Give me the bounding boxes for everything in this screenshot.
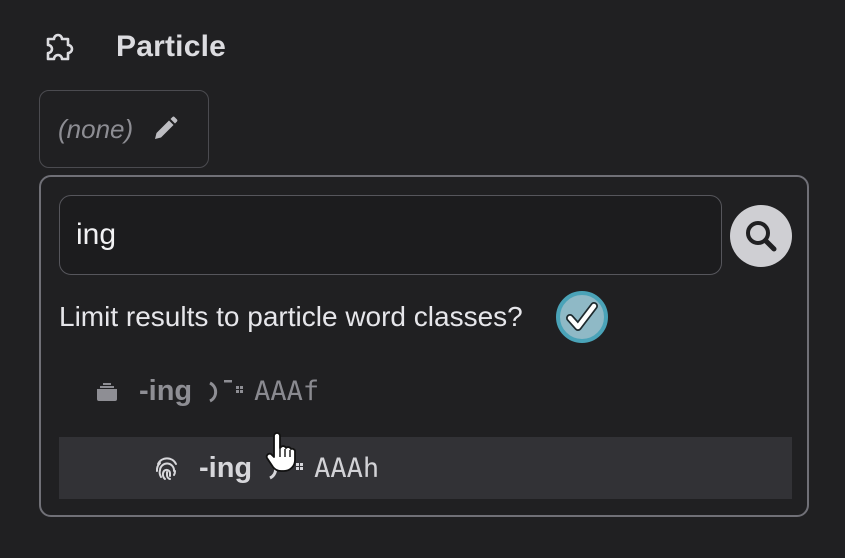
field-header: Particle — [40, 26, 226, 68]
search-button[interactable] — [730, 205, 792, 267]
particle-editor: Particle (none) ing Limit results to par… — [0, 0, 845, 558]
search-icon — [746, 221, 777, 252]
result-code: AAAh — [314, 452, 380, 484]
result-item-highlighted[interactable]: -ing AAAh — [59, 437, 792, 499]
stack-icon — [97, 383, 117, 401]
particle-search-popover: ing Limit results to particle word class… — [39, 175, 809, 517]
pencil-icon — [155, 116, 178, 139]
puzzle-piece-icon — [46, 33, 74, 61]
particle-glyph-icon — [269, 457, 304, 480]
search-input[interactable]: ing — [59, 195, 722, 275]
empty-value-text: (none) — [58, 113, 134, 144]
limit-word-class-label: Limit results to particle word classes? — [59, 301, 523, 332]
limit-word-class-row: Limit results to particle word classes? — [59, 289, 609, 345]
particle-glyph-icon — [209, 380, 244, 403]
result-word: -ing — [199, 451, 253, 484]
result-item[interactable]: -ing AAAf — [59, 360, 792, 422]
particle-value-button[interactable]: (none) — [39, 90, 209, 168]
result-word: -ing — [139, 374, 193, 407]
limit-word-class-checkbox[interactable] — [555, 290, 609, 344]
fingerprint-icon — [155, 457, 177, 480]
result-code: AAAf — [254, 375, 320, 407]
field-title: Particle — [116, 30, 226, 63]
check-circle-icon — [555, 291, 608, 343]
